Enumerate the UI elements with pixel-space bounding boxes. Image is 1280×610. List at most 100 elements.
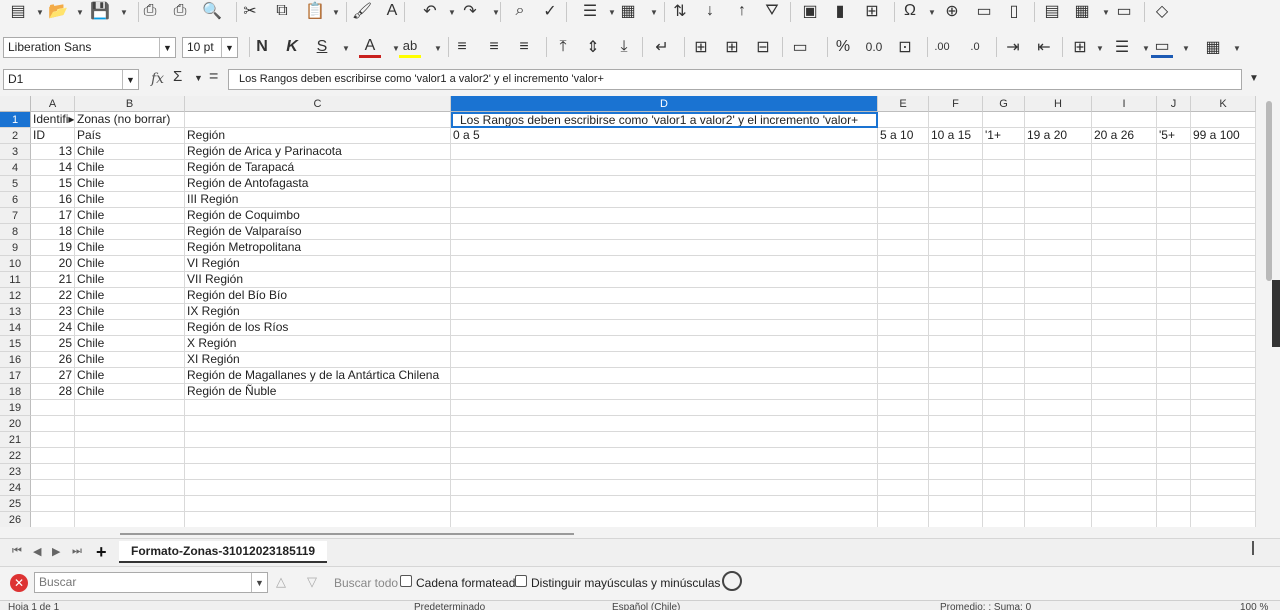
cell-i6[interactable] <box>1092 192 1157 208</box>
cell-f9[interactable] <box>929 240 983 256</box>
cell-b4[interactable]: Chile <box>75 160 185 176</box>
row-header[interactable]: 7 <box>0 208 31 224</box>
cell-c13[interactable]: IX Región <box>185 304 451 320</box>
sidebar-toggle-handle[interactable] <box>1272 280 1280 347</box>
chevron-down-icon[interactable]: ▼ <box>928 8 936 17</box>
cell-h23[interactable] <box>1025 464 1092 480</box>
cell-h3[interactable] <box>1025 144 1092 160</box>
cell-f5[interactable] <box>929 176 983 192</box>
cell-h1[interactable] <box>1025 112 1092 128</box>
chevron-down-icon[interactable]: ▼ <box>332 8 340 17</box>
special-char-icon[interactable]: Ω <box>899 0 921 22</box>
cell-d26[interactable] <box>451 512 878 527</box>
row-header[interactable]: 3 <box>0 144 31 160</box>
cell-f1[interactable] <box>929 112 983 128</box>
chevron-down-icon[interactable]: ▼ <box>36 8 44 17</box>
align-center-icon[interactable]: ≡ <box>483 36 505 58</box>
cell-j20[interactable] <box>1157 416 1191 432</box>
cell-c24[interactable] <box>185 480 451 496</box>
row-header[interactable]: 14 <box>0 320 31 336</box>
merge-center-icon[interactable]: ⊞ <box>690 36 712 58</box>
vertical-scroll-thumb[interactable] <box>1266 101 1272 281</box>
cell-e12[interactable] <box>878 288 929 304</box>
cell-b17[interactable]: Chile <box>75 368 185 384</box>
row-header[interactable]: 18 <box>0 384 31 400</box>
cell-i10[interactable] <box>1092 256 1157 272</box>
cell-d10[interactable] <box>451 256 878 272</box>
cell-a12[interactable]: 22 <box>31 288 75 304</box>
cell-e11[interactable] <box>878 272 929 288</box>
cell-k5[interactable] <box>1191 176 1256 192</box>
column-header-j[interactable]: J <box>1157 96 1191 112</box>
tab-formato-zonas[interactable]: Formato-Zonas-31012023185119 <box>119 541 328 563</box>
cell-b9[interactable]: Chile <box>75 240 185 256</box>
cell-i1[interactable] <box>1092 112 1157 128</box>
cell-g18[interactable] <box>983 384 1025 400</box>
row-header[interactable]: 8 <box>0 224 31 240</box>
cell-d5[interactable] <box>451 176 878 192</box>
cell-d18[interactable] <box>451 384 878 400</box>
cell-c18[interactable]: Región de Ñuble <box>185 384 451 400</box>
cell-a1[interactable]: Identifi▸ <box>31 112 75 128</box>
cell-f24[interactable] <box>929 480 983 496</box>
chevron-down-icon[interactable]: ▼ <box>194 73 203 83</box>
cell-k9[interactable] <box>1191 240 1256 256</box>
cell-e17[interactable] <box>878 368 929 384</box>
cell-e18[interactable] <box>878 384 929 400</box>
chevron-down-icon[interactable]: ▼ <box>76 8 84 17</box>
align-left-icon[interactable]: ≡ <box>451 36 473 58</box>
cell-h11[interactable] <box>1025 272 1092 288</box>
cell-d16[interactable] <box>451 352 878 368</box>
align-right-icon[interactable]: ≡ <box>513 36 535 58</box>
cell-e4[interactable] <box>878 160 929 176</box>
cell-a10[interactable]: 20 <box>31 256 75 272</box>
cell-f25[interactable] <box>929 496 983 512</box>
cell-f20[interactable] <box>929 416 983 432</box>
close-find-icon[interactable]: ✕ <box>10 574 28 592</box>
cell-d12[interactable] <box>451 288 878 304</box>
cell-d3[interactable] <box>451 144 878 160</box>
cell-g5[interactable] <box>983 176 1025 192</box>
cell-c23[interactable] <box>185 464 451 480</box>
row-header[interactable]: 4 <box>0 160 31 176</box>
chevron-down-icon[interactable]: ▼ <box>650 8 658 17</box>
cell-k16[interactable] <box>1191 352 1256 368</box>
cell-c3[interactable]: Región de Arica y Parinacota <box>185 144 451 160</box>
cell-g13[interactable] <box>983 304 1025 320</box>
cell-j5[interactable] <box>1157 176 1191 192</box>
cell-f17[interactable] <box>929 368 983 384</box>
cell-d19[interactable] <box>451 400 878 416</box>
delete-decimal-icon[interactable]: .0 <box>964 36 986 58</box>
align-bottom-icon[interactable]: ⤓ <box>613 36 635 58</box>
column-header-c[interactable]: C <box>185 96 451 112</box>
cell-h7[interactable] <box>1025 208 1092 224</box>
cell-k3[interactable] <box>1191 144 1256 160</box>
cell-e15[interactable] <box>878 336 929 352</box>
find-replace-icon[interactable] <box>722 571 742 591</box>
cell-b7[interactable]: Chile <box>75 208 185 224</box>
chevron-down-icon[interactable]: ▼ <box>1233 44 1241 53</box>
underline-button[interactable]: S <box>311 36 333 58</box>
cell-f19[interactable] <box>929 400 983 416</box>
row-header[interactable]: 25 <box>0 496 31 512</box>
chevron-down-icon[interactable]: ▼ <box>1102 8 1110 17</box>
cell-c8[interactable]: Región de Valparaíso <box>185 224 451 240</box>
cell-i18[interactable] <box>1092 384 1157 400</box>
cell-a7[interactable]: 17 <box>31 208 75 224</box>
redo-icon[interactable]: ↷ <box>459 0 481 22</box>
header-footer-icon[interactable]: ▯ <box>1003 0 1025 22</box>
cell-h14[interactable] <box>1025 320 1092 336</box>
cell-d9[interactable] <box>451 240 878 256</box>
cell-f22[interactable] <box>929 448 983 464</box>
cell-j4[interactable] <box>1157 160 1191 176</box>
cell-j1[interactable] <box>1157 112 1191 128</box>
cell-b24[interactable] <box>75 480 185 496</box>
autofilter-icon[interactable]: ⛛ <box>761 0 783 22</box>
cell-b8[interactable]: Chile <box>75 224 185 240</box>
chart-icon[interactable]: ▮ <box>829 0 851 22</box>
expand-formula-icon[interactable]: ▼ <box>1249 73 1259 84</box>
cell-b10[interactable]: Chile <box>75 256 185 272</box>
cell-k25[interactable] <box>1191 496 1256 512</box>
undo-icon[interactable]: ↶ <box>419 0 441 22</box>
cell-a5[interactable]: 15 <box>31 176 75 192</box>
